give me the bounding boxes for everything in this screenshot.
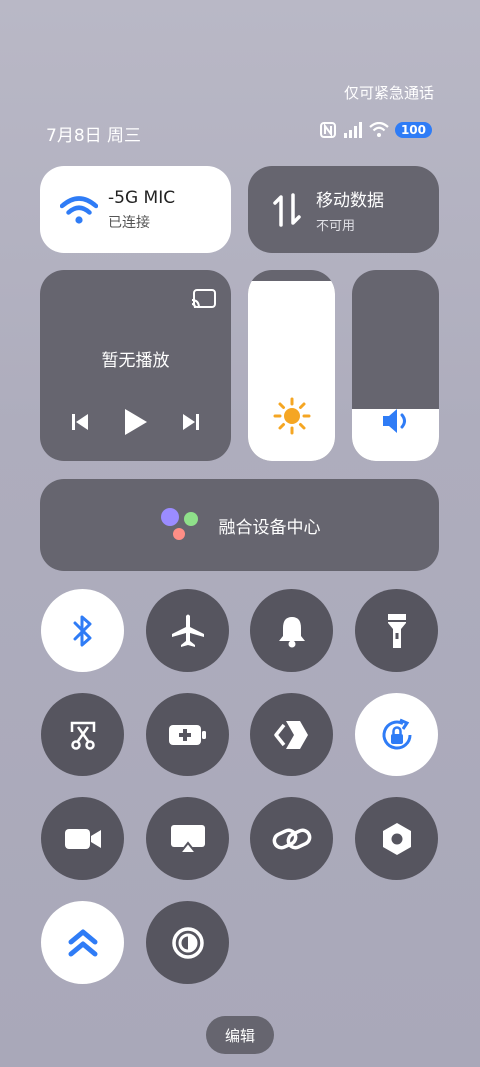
mobile-data-state: 不可用 (316, 218, 356, 234)
video-camera-icon (64, 828, 101, 849)
sun-icon (273, 397, 310, 435)
rotation-lock-toggle[interactable] (355, 693, 438, 776)
fusion-device-center-label: 融合设备中心 (218, 517, 321, 538)
mobile-data-tile[interactable]: 移动数据 不可用 (248, 166, 439, 253)
contrast-icon (171, 926, 204, 959)
dark-mode-toggle[interactable] (146, 901, 229, 984)
battery-badge: 100 (394, 122, 432, 138)
battery-saver-toggle[interactable] (146, 693, 229, 776)
airplane-toggle[interactable] (146, 589, 229, 672)
media-status: 暂无播放 (101, 351, 170, 371)
share-diamond-icon (273, 720, 308, 749)
date-label: 7月8日 周三 (46, 126, 142, 146)
signal-icon (343, 122, 362, 138)
wifi-status-icon (369, 122, 389, 137)
hex-nut-icon (382, 822, 411, 855)
bell-icon (278, 616, 305, 647)
app-share-toggle[interactable] (250, 693, 333, 776)
volume-slider[interactable] (352, 270, 439, 461)
flashlight-icon (387, 613, 406, 648)
airplane-icon (171, 614, 204, 647)
rotation-lock-icon (382, 718, 411, 750)
screenshot-toggle[interactable] (41, 693, 124, 776)
previous-track-icon[interactable] (69, 411, 91, 433)
link-icon (272, 828, 311, 849)
fusion-device-center-tile[interactable]: 融合设备中心 (40, 479, 439, 571)
mobile-data-icon (273, 192, 301, 227)
screen-cast-toggle[interactable] (146, 797, 229, 880)
flashlight-toggle[interactable] (355, 589, 438, 672)
link-toggle[interactable] (250, 797, 333, 880)
play-icon[interactable] (121, 407, 149, 437)
media-player-tile[interactable]: 暂无播放 (40, 270, 231, 461)
next-track-icon[interactable] (180, 411, 202, 433)
scissors-screenshot-icon (70, 721, 95, 750)
battery-plus-icon (168, 724, 206, 745)
emergency-call-status: 仅可紧急通话 (343, 84, 434, 102)
status-icons: 100 (319, 121, 432, 139)
wifi-tile[interactable]: -5G MIC 已连接 (40, 166, 231, 253)
screen-record-toggle[interactable] (41, 797, 124, 880)
super-mode-toggle[interactable] (41, 901, 124, 984)
settings-hex-toggle[interactable] (355, 797, 438, 880)
speaker-icon (382, 409, 406, 433)
brightness-slider[interactable] (248, 270, 335, 461)
mobile-data-label: 移动数据 (316, 190, 384, 211)
airplay-icon (170, 824, 205, 854)
nfc-icon (319, 122, 336, 138)
ring-toggle[interactable] (250, 589, 333, 672)
cast-icon[interactable] (191, 288, 217, 310)
bluetooth-icon (73, 615, 91, 646)
wifi-icon (60, 195, 98, 224)
bluetooth-toggle[interactable] (41, 589, 124, 672)
fusion-dots-icon (160, 508, 198, 540)
double-chevron-up-icon (68, 929, 97, 956)
wifi-network-name: -5G MIC (108, 187, 176, 208)
edit-button[interactable]: 编辑 (206, 1016, 274, 1054)
wifi-state: 已连接 (108, 214, 150, 231)
